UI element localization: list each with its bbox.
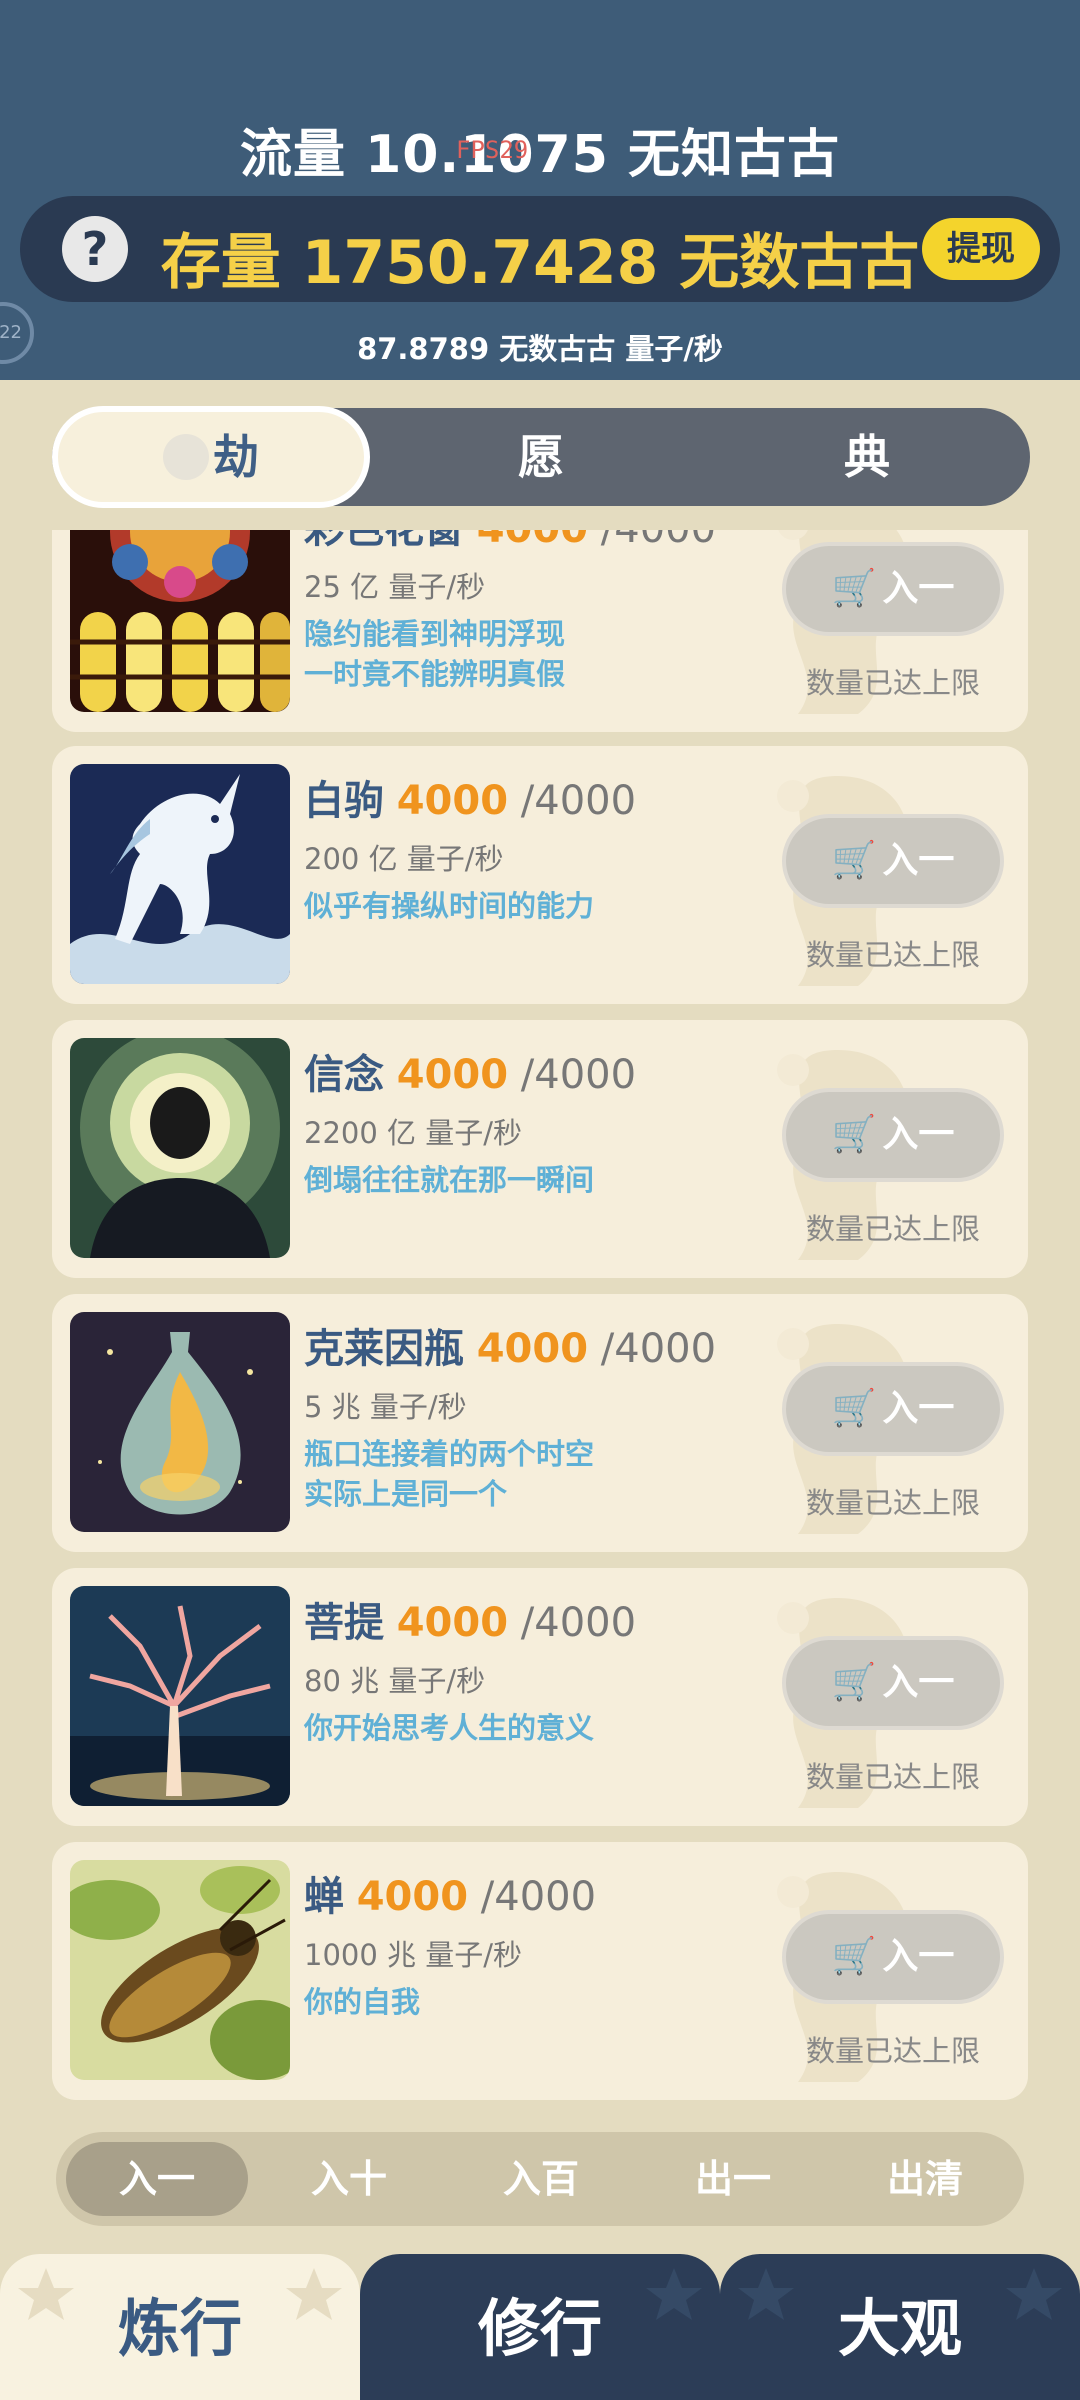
item-rate: 2200 亿 量子/秒 [304,1116,523,1150]
klein-bottle-image [70,1312,290,1532]
quantity-selector: 入一 入十 入百 出一 出清 [56,2132,1024,2226]
leaf-deco-icon [286,2268,342,2320]
item-title: 克莱因瓶 4000 /4000 [304,1316,716,1374]
item-name: 克莱因瓶 [304,1326,464,1372]
buy-one-button[interactable]: 🛒 入一 [782,1088,1004,1182]
qty-sell-one[interactable]: 出一 [642,2142,824,2216]
item-max: /4000 [520,1600,637,1646]
list-item: 彩色花窗 4000 /4000 25 亿 量子/秒 隐约能看到神明浮现一时竟不能… [52,530,1028,732]
white-unicorn-image [70,764,290,984]
item-max: /4000 [520,778,637,824]
item-title: 信念 4000 /4000 [304,1042,636,1100]
item-rate: 5 兆 量子/秒 [304,1390,467,1424]
tab-dot-icon [163,433,209,480]
stock-amount: 存量 1750.7428 无数古古 [160,228,920,298]
tab-canon[interactable]: 典 [708,408,1026,506]
item-max: /4000 [600,1326,717,1372]
item-title: 彩色花窗 4000 /4000 [304,530,716,554]
item-description: 你开始思考人生的意义 [304,1711,595,1745]
leaf-deco-icon [738,2268,794,2320]
silhouette-halo-image [70,1038,290,1258]
item-title: 白驹 4000 /4000 [304,768,636,826]
qty-buy-ten[interactable]: 入十 [258,2142,440,2216]
cart-icon: 🛒 [831,1936,877,1977]
list-item: 信念 4000 /4000 2200 亿 量子/秒 倒塌往往就在那一瞬间 🛒 入一… [52,1020,1028,1278]
cart-icon: 🛒 [831,1662,877,1703]
item-description: 似乎有操纵时间的能力 [304,889,595,923]
item-title: 菩提 4000 /4000 [304,1590,636,1648]
item-count: 4000 [396,778,509,824]
item-rate: 25 亿 量子/秒 [304,570,486,604]
item-max: /4000 [520,1052,637,1098]
item-count: 4000 [477,530,588,552]
leaf-deco-icon [646,2268,702,2320]
nav-tab-overview[interactable]: 大观 [720,2254,1080,2400]
item-rate: 1000 兆 量子/秒 [304,1938,523,1972]
tab-calamity[interactable]: 劫 [52,406,370,508]
bodhi-tree-image [70,1586,290,1806]
cart-icon: 🛒 [831,1388,877,1429]
stock-bar: ? 存量 1750.7428 无数古古 提现 [20,196,1060,302]
buy-one-button[interactable]: 🛒 入一 [782,1636,1004,1730]
stained-glass-image [70,530,290,712]
limit-reached-text: 数量已达上限 [805,1212,980,1246]
limit-reached-text: 数量已达上限 [805,1760,980,1794]
nav-tab-cultivate[interactable]: 修行 [360,2254,720,2400]
leaf-deco-icon [1006,2268,1062,2320]
item-count: 4000 [476,1326,589,1372]
item-count: 4000 [356,1874,469,1920]
item-rate: 80 兆 量子/秒 [304,1664,486,1698]
limit-reached-text: 数量已达上限 [805,666,980,700]
leaf-deco-icon [18,2268,74,2320]
list-item: 白驹 4000 /4000 200 亿 量子/秒 似乎有操纵时间的能力 🛒 入一 … [52,746,1028,1004]
item-rate: 200 亿 量子/秒 [304,842,504,876]
tab-wish[interactable]: 愿 [382,408,700,506]
list-item: 蝉 4000 /4000 1000 兆 量子/秒 你的自我 🛒 入一 数量已达上限 [52,1842,1028,2100]
limit-reached-text: 数量已达上限 [805,938,980,972]
cart-icon: 🛒 [831,568,877,609]
item-max: /4000 [601,530,716,552]
item-name: 信念 [304,1052,384,1098]
cart-icon: 🛒 [831,1114,877,1155]
item-list[interactable]: 彩色花窗 4000 /4000 25 亿 量子/秒 隐约能看到神明浮现一时竟不能… [0,530,1080,2110]
item-name: 彩色花窗 [304,530,464,552]
fps-counter: FPS29 [456,136,529,164]
withdraw-button[interactable]: 提现 [922,218,1040,280]
flow-rate-text: 流量 10.1075 无知古古 [239,125,841,185]
item-name: 白驹 [304,778,384,824]
buy-one-button[interactable]: 🛒 入一 [782,542,1004,636]
category-tabs: 愿 典 劫 [52,406,1030,508]
limit-reached-text: 数量已达上限 [805,1486,980,1520]
item-count: 4000 [396,1052,509,1098]
item-name: 蝉 [304,1874,344,1920]
nav-tab-practice[interactable]: 炼行 [0,2254,360,2400]
item-title: 蝉 4000 /4000 [304,1864,596,1922]
qty-buy-one[interactable]: 入一 [66,2142,248,2216]
qty-buy-hundred[interactable]: 入百 [450,2142,632,2216]
list-item: 克莱因瓶 4000 /4000 5 兆 量子/秒 瓶口连接着的两个时空 实际上是同… [52,1294,1028,1552]
qty-sell-all[interactable]: 出清 [834,2142,1016,2216]
buy-one-button[interactable]: 🛒 入一 [782,814,1004,908]
item-name: 菩提 [304,1600,384,1646]
item-description: 瓶口连接着的两个时空 实际上是同一个 [304,1437,595,1511]
item-description: 倒塌往往就在那一瞬间 [304,1163,595,1197]
buy-one-button[interactable]: 🛒 入一 [782,1362,1004,1456]
item-count: 4000 [396,1600,509,1646]
top-header: 流量 10.1075 无知古古 FPS29 ? 存量 1750.7428 无数古… [0,0,1080,380]
list-item: 菩提 4000 /4000 80 兆 量子/秒 你开始思考人生的意义 🛒 入一 数… [52,1568,1028,1826]
item-description: 隐约能看到神明浮现 一时竟不能辨明真假 [304,617,566,691]
item-description: 你的自我 [304,1985,421,2019]
cicada-image [70,1860,290,2080]
cart-icon: 🛒 [831,840,877,881]
limit-reached-text: 数量已达上限 [805,2034,980,2068]
tab-calamity-label: 劫 [213,430,259,484]
production-rate: 87.8789 无数古古 量子/秒 [357,332,723,366]
buy-one-button[interactable]: 🛒 入一 [782,1910,1004,2004]
bottom-nav: 炼行 修行 大观 [0,2254,1080,2400]
item-max: /4000 [480,1874,597,1920]
